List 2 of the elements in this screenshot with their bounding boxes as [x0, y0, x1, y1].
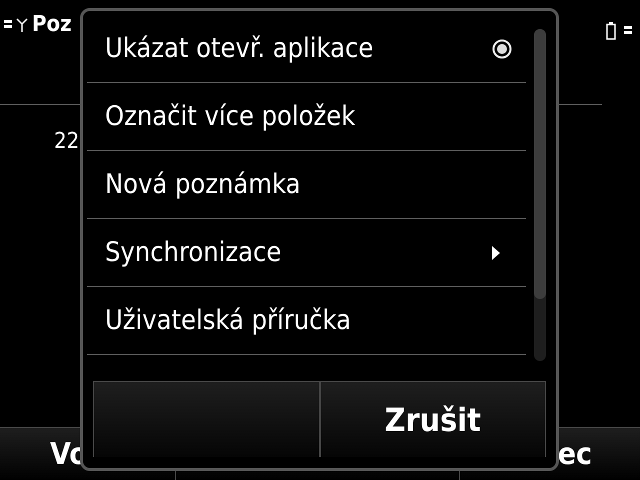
screen-title: Poz	[32, 12, 72, 37]
list-value: 22	[54, 129, 80, 154]
